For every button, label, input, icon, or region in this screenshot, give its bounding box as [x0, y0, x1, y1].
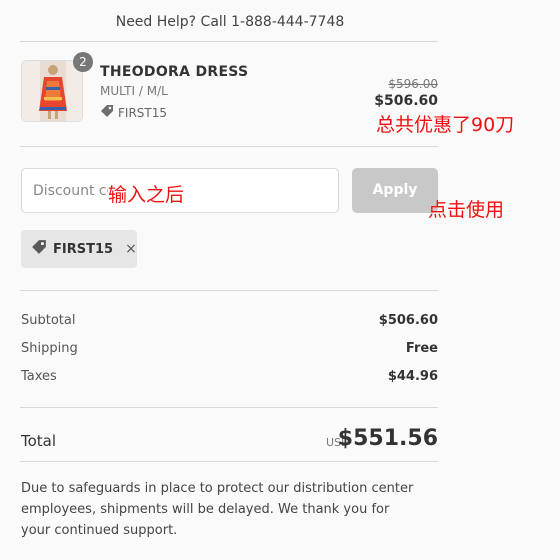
shipping-label: Shipping — [21, 341, 78, 356]
product-thumbnail — [21, 60, 83, 122]
shipping-delay-notice: Due to safeguards in place to protect ou… — [21, 481, 414, 538]
annotation-click-apply: 点击使用 — [428, 199, 505, 221]
product-name: THEODORA DRESS — [100, 64, 249, 80]
subtotal-value: $506.60 — [378, 313, 438, 328]
annotation-saved: 总共优惠了90刀 — [376, 114, 515, 136]
applied-code-label: FIRST15 — [53, 241, 114, 257]
divider — [20, 407, 438, 408]
quantity-badge: 2 — [73, 52, 93, 72]
applied-discount-chip: FIRST15 × — [21, 230, 137, 268]
taxes-label: Taxes — [21, 369, 57, 384]
remove-discount-icon[interactable]: × — [125, 241, 137, 257]
product-discount-code-label: FIRST15 — [118, 105, 167, 120]
apply-button[interactable]: Apply — [352, 168, 438, 213]
discounted-price: $506.60 — [374, 93, 438, 109]
divider — [20, 41, 438, 42]
divider — [20, 461, 438, 462]
tag-icon — [100, 104, 114, 121]
subtotal-label: Subtotal — [21, 313, 76, 328]
total-value: $551.56 — [337, 426, 438, 451]
total-label: Total — [21, 432, 57, 450]
annotation-after-input: 输入之后 — [108, 180, 193, 207]
tag-icon — [31, 239, 47, 259]
product-variant: MULTI / M/L — [100, 84, 168, 98]
subtotal-row: Subtotal $506.60 — [21, 313, 438, 328]
product-discount-code: FIRST15 — [100, 104, 167, 121]
divider — [20, 146, 438, 147]
taxes-row: Taxes $44.96 — [21, 369, 438, 384]
original-price: $596.00 — [388, 77, 438, 91]
shipping-value: Free — [405, 341, 438, 356]
taxes-value: $44.96 — [387, 369, 438, 384]
shipping-row: Shipping Free — [21, 341, 438, 356]
divider — [20, 290, 438, 291]
help-phone-text: Need Help? Call 1-888-444-7748 — [115, 14, 345, 30]
